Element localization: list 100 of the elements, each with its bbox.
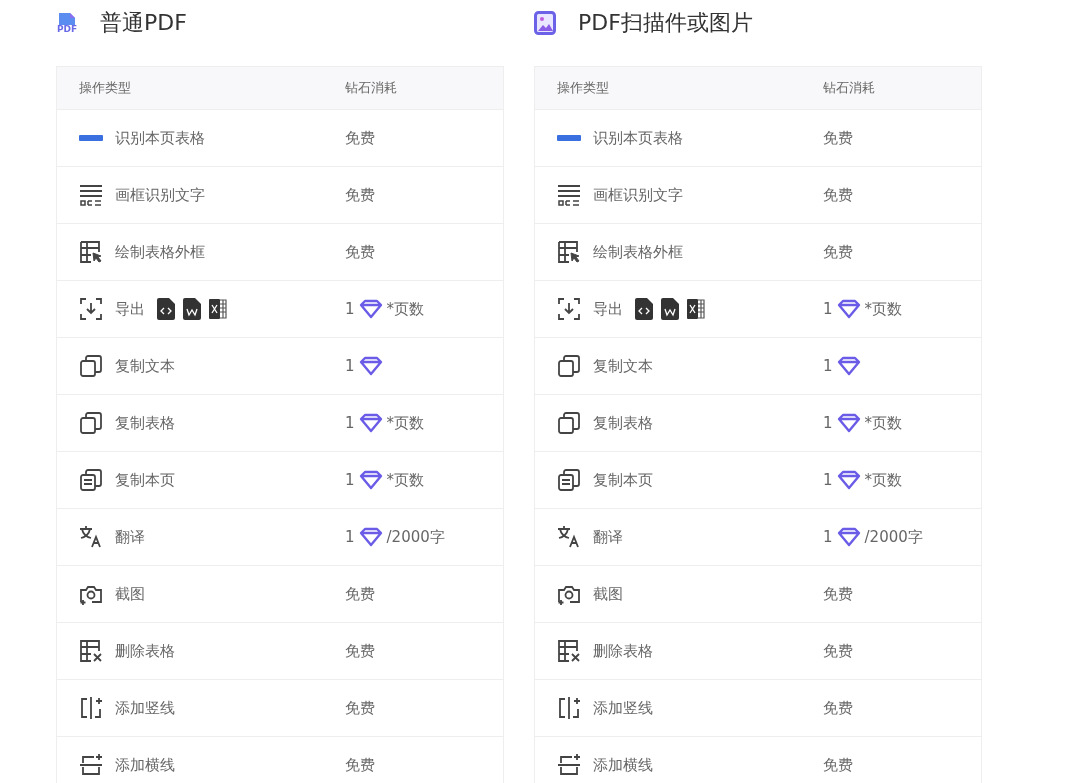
cost-unit: *页数 <box>864 413 903 433</box>
cost-count: 1 <box>345 414 355 432</box>
diamond-icon <box>836 299 861 319</box>
table-delete-icon <box>557 639 581 663</box>
table-cursor-icon <box>557 240 581 264</box>
cost-count: 1 <box>345 300 355 318</box>
cost-count: 1 <box>823 300 833 318</box>
operation-label: 绘制表格外框 <box>115 242 205 262</box>
diamond-icon <box>836 356 861 376</box>
operation-label: 翻译 <box>115 527 145 547</box>
cost-text: 免费 <box>345 185 375 204</box>
section-title: 普通PDF <box>100 9 187 37</box>
operation-label: 翻译 <box>593 527 623 547</box>
diamond-icon <box>358 527 383 547</box>
image-icon <box>534 11 556 35</box>
cost-text: 免费 <box>345 698 375 717</box>
cost-count: 1 <box>345 528 355 546</box>
cost-text: 免费 <box>345 128 375 147</box>
cost-count: 1 <box>823 414 833 432</box>
cost-text: 免费 <box>345 242 375 261</box>
operation-label: 复制本页 <box>115 470 175 490</box>
cost-text: 免费 <box>823 755 853 774</box>
vertical-line-icon <box>557 696 581 720</box>
horizontal-line-icon <box>557 753 581 777</box>
pdf-logo: PDF <box>56 12 78 34</box>
diamond-icon <box>836 413 861 433</box>
operation-label: 添加竖线 <box>115 698 175 718</box>
cost-count: 1 <box>823 357 833 375</box>
operation-label: 截图 <box>115 584 145 604</box>
operation-label: 添加横线 <box>593 755 653 775</box>
cost-unit: *页数 <box>864 299 903 319</box>
export-icon <box>557 297 581 321</box>
cost-unit: /2000字 <box>864 527 923 547</box>
cost-unit: *页数 <box>386 299 425 319</box>
operation-label: 画框识别文字 <box>593 185 683 205</box>
copy-page-icon <box>79 468 103 492</box>
operation-label: 识别本页表格 <box>115 128 205 148</box>
copy-icon <box>557 411 581 435</box>
operation-label: 识别本页表格 <box>593 128 683 148</box>
cost-text: 免费 <box>823 128 853 147</box>
diamond-icon <box>358 470 383 490</box>
cost-text: 免费 <box>823 584 853 603</box>
cost-text: 免费 <box>823 242 853 261</box>
operation-label: 复制表格 <box>593 413 653 433</box>
copy-page-icon <box>557 468 581 492</box>
diamond-icon <box>358 413 383 433</box>
section-title: PDF扫描件或图片 <box>578 9 753 37</box>
operation-label: 添加竖线 <box>593 698 653 718</box>
diamond-icon <box>358 299 383 319</box>
word-file-icon <box>661 298 679 320</box>
cost-unit: /2000字 <box>386 527 445 547</box>
translate-icon <box>557 525 581 549</box>
bar-icon <box>79 134 103 142</box>
diamond-icon <box>358 356 383 376</box>
column-header: 操作类型 <box>557 79 609 97</box>
export-icon <box>79 297 103 321</box>
column-header: 操作类型 <box>79 79 131 97</box>
operation-label: 复制文本 <box>115 356 175 376</box>
bar-icon <box>557 134 581 142</box>
operation-label: 画框识别文字 <box>115 185 205 205</box>
table-cursor-icon <box>79 240 103 264</box>
operation-label: 复制文本 <box>593 356 653 376</box>
cost-unit: *页数 <box>386 470 425 490</box>
cost-text: 免费 <box>345 641 375 660</box>
code-file-icon <box>635 298 653 320</box>
cost-count: 1 <box>345 357 355 375</box>
operation-label: 复制表格 <box>115 413 175 433</box>
copy-icon <box>79 354 103 378</box>
cost-unit: *页数 <box>864 470 903 490</box>
operation-label: 绘制表格外框 <box>593 242 683 262</box>
code-file-icon <box>157 298 175 320</box>
operation-label: 删除表格 <box>115 641 175 661</box>
cost-text: 免费 <box>823 698 853 717</box>
cost-text: 免费 <box>823 641 853 660</box>
operation-label: 添加横线 <box>115 755 175 775</box>
vertical-line-icon <box>79 696 103 720</box>
cost-text: 免费 <box>823 185 853 204</box>
spreadsheet-file-icon <box>209 298 227 320</box>
operation-label: 导出 <box>115 299 145 319</box>
cost-count: 1 <box>345 471 355 489</box>
copy-icon <box>557 354 581 378</box>
operation-label: 截图 <box>593 584 623 604</box>
horizontal-line-icon <box>79 753 103 777</box>
copy-icon <box>79 411 103 435</box>
translate-icon <box>79 525 103 549</box>
spreadsheet-file-icon <box>687 298 705 320</box>
cost-count: 1 <box>823 528 833 546</box>
cost-unit: *页数 <box>386 413 425 433</box>
word-file-icon <box>183 298 201 320</box>
operation-label: 删除表格 <box>593 641 653 661</box>
diamond-icon <box>836 527 861 547</box>
column-header: 钻石消耗 <box>345 79 397 97</box>
column-header: 钻石消耗 <box>823 79 875 97</box>
text-lines-icon <box>79 183 103 207</box>
operation-label: 导出 <box>593 299 623 319</box>
text-lines-icon <box>557 183 581 207</box>
cost-text: 免费 <box>345 584 375 603</box>
cost-text: 免费 <box>345 755 375 774</box>
table-delete-icon <box>79 639 103 663</box>
operation-label: 复制本页 <box>593 470 653 490</box>
